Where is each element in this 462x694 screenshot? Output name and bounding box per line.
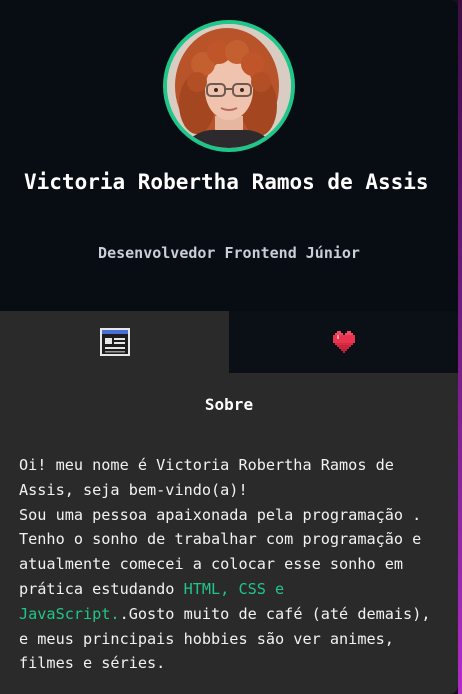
- profile-card: Victoria Robertha Ramos de Assis Desenvo…: [0, 0, 458, 694]
- tab-bar: [0, 311, 458, 373]
- bio-text-start: Oi! meu nome é Victoria Robertha Ramos d…: [19, 456, 422, 598]
- profile-role-text: Desenvolvedor Frontend Júnior: [98, 244, 360, 262]
- avatar: [163, 20, 295, 152]
- tab-hobbies[interactable]: [229, 311, 458, 373]
- browser-window-icon: [99, 328, 130, 356]
- pixel-heart-icon: [332, 331, 355, 353]
- avatar-photo: [167, 24, 291, 148]
- profile-role: Desenvolvedor Frontend Júnior: [0, 244, 458, 262]
- bio-text: Oi! meu nome é Victoria Robertha Ramos d…: [19, 453, 444, 676]
- section-title: Sobre: [204, 395, 254, 414]
- window-edge: [458, 0, 462, 694]
- about-section: Sobre Oi! meu nome é Victoria Robertha R…: [0, 373, 458, 694]
- profile-name: Victoria Robertha Ramos de Assis: [24, 170, 429, 194]
- tab-about[interactable]: [0, 311, 229, 373]
- profile-header: Victoria Robertha Ramos de Assis Desenvo…: [0, 0, 458, 312]
